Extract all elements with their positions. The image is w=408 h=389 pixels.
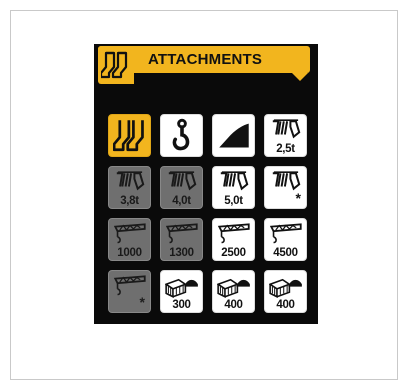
tile-label: 2500 — [221, 247, 246, 259]
attachments-header: ATTACHMENTS — [98, 46, 310, 84]
attachments-screen: ATTACHMENTS 2,5t 3,8t 4,0t 5,0t * 1000 1300 250… — [94, 44, 318, 324]
tile-label: 4,0t — [172, 195, 191, 207]
dropdown-arrow-icon[interactable] — [292, 73, 308, 81]
tile-label: 2,5t — [276, 143, 295, 155]
tile-jib-4500[interactable]: 4500 — [264, 218, 307, 261]
tile-winch-3-8t[interactable]: 3,8t — [108, 166, 151, 209]
page-title: ATTACHMENTS — [148, 51, 263, 68]
tile-platform-400a[interactable]: 400 — [212, 270, 255, 313]
tile-jib-2500[interactable]: 2500 — [212, 218, 255, 261]
tile-hook[interactable] — [160, 114, 203, 157]
tile-jib-1000[interactable]: 1000 — [108, 218, 151, 261]
custom-marker: * — [139, 294, 145, 310]
tile-label: 5,0t — [224, 195, 243, 207]
tile-label: 300 — [172, 299, 191, 311]
attachment-forks-icon — [98, 46, 134, 84]
tile-platform-400b[interactable]: 400 — [264, 270, 307, 313]
tile-bucket[interactable] — [212, 114, 255, 157]
tile-label: 1300 — [169, 247, 194, 259]
tile-label: 3,8t — [120, 195, 139, 207]
tile-jib-custom[interactable]: * — [108, 270, 151, 313]
tile-winch-2-5t[interactable]: 2,5t — [264, 114, 307, 157]
tile-jib-1300[interactable]: 1300 — [160, 218, 203, 261]
custom-marker: * — [295, 190, 301, 206]
tile-label: 400 — [276, 299, 295, 311]
tile-label: 4500 — [273, 247, 298, 259]
tile-winch-custom[interactable]: * — [264, 166, 307, 209]
tile-winch-4-0t[interactable]: 4,0t — [160, 166, 203, 209]
tile-label: 400 — [224, 299, 243, 311]
tile-platform-300[interactable]: 300 — [160, 270, 203, 313]
tile-label: 1000 — [117, 247, 142, 259]
tile-forks[interactable] — [108, 114, 151, 157]
tile-winch-5-0t[interactable]: 5,0t — [212, 166, 255, 209]
